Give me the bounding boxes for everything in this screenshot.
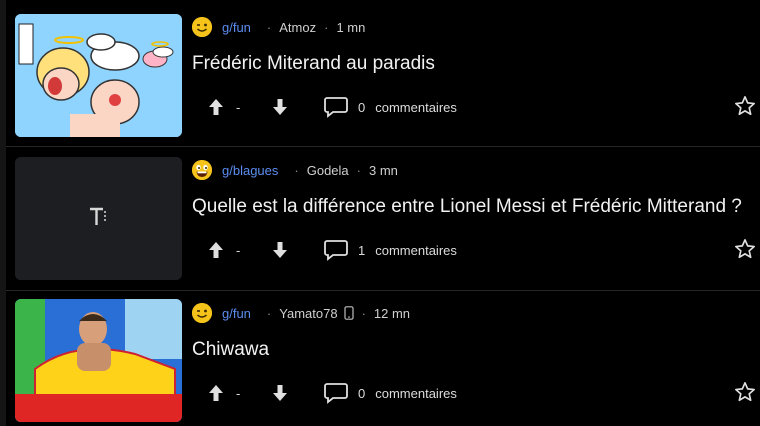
toy-box-image: [15, 299, 182, 422]
text-post-placeholder-icon: [15, 157, 182, 280]
post-age: 1 mn: [336, 19, 366, 35]
downvote-button[interactable]: [272, 384, 288, 402]
post-actions: - 0 commentaires: [192, 380, 760, 406]
downvote-button[interactable]: [272, 98, 288, 116]
post-item[interactable]: g/fun · Atmoz · 1 mn Frédéric Miterand a…: [6, 0, 760, 147]
separator-dot: ·: [266, 19, 272, 35]
comments-button[interactable]: 0 commentaires: [324, 382, 457, 404]
star-icon: [735, 239, 755, 259]
group-link[interactable]: g/blagues: [222, 163, 278, 178]
separator-dot: ·: [324, 19, 329, 35]
comment-count: 1: [358, 242, 366, 258]
group-link[interactable]: g/fun: [222, 20, 251, 35]
post-meta: g/fun · Yamato78 · 12 mn: [192, 301, 410, 325]
post-title[interactable]: Frédéric Miterand au paradis: [192, 53, 435, 75]
arrow-up-icon: [209, 99, 223, 115]
arrow-up-icon: [209, 385, 223, 401]
comment-bubble-icon: [324, 240, 348, 261]
author-name[interactable]: Yamato78: [279, 306, 337, 321]
post-actions: - 0 commentaires: [192, 94, 760, 120]
cartoon-image: [15, 14, 182, 137]
comment-bubble-icon: [324, 383, 348, 404]
arrow-up-icon: [209, 242, 223, 258]
post-thumbnail[interactable]: [15, 14, 182, 137]
post-actions: - 1 commentaires: [192, 237, 760, 263]
upvote-button[interactable]: [208, 241, 224, 259]
comment-count: 0: [358, 385, 366, 401]
mobile-device-icon: [343, 306, 354, 320]
author-name[interactable]: Atmoz: [279, 20, 316, 35]
favorite-button[interactable]: [734, 381, 756, 406]
comments-button[interactable]: 1 commentaires: [324, 239, 457, 261]
comment-bubble-icon: [324, 97, 348, 118]
arrow-down-icon: [273, 385, 287, 401]
vote-score: -: [236, 385, 241, 401]
winking-face-icon: [192, 303, 212, 323]
favorite-button[interactable]: [734, 238, 756, 263]
grinning-face-icon: [192, 160, 212, 180]
post-item[interactable]: g/blagues · Godela · 3 mn Quelle est la …: [6, 147, 760, 291]
comment-label: commentaires: [375, 99, 457, 115]
post-title[interactable]: Chiwawa: [192, 339, 269, 361]
upvote-button[interactable]: [208, 98, 224, 116]
vote-score: -: [236, 242, 241, 258]
post-age: 3 mn: [369, 162, 398, 178]
group-link[interactable]: g/fun: [222, 306, 251, 321]
comment-label: commentaires: [375, 385, 457, 401]
upvote-button[interactable]: [208, 384, 224, 402]
post-age: 12 mn: [373, 305, 411, 321]
star-icon: [735, 96, 755, 116]
post-thumbnail[interactable]: [15, 299, 182, 422]
post-meta: g/blagues · Godela · 3 mn: [192, 158, 398, 182]
star-icon: [735, 382, 755, 402]
downvote-button[interactable]: [272, 241, 288, 259]
separator-dot: ·: [361, 305, 366, 321]
author-name[interactable]: Godela: [307, 163, 349, 178]
separator-dot: ·: [294, 162, 299, 178]
separator-dot: ·: [356, 162, 361, 178]
post-item[interactable]: g/fun · Yamato78 · 12 mn Chiwawa - 0 com…: [6, 291, 760, 426]
separator-dot: ·: [266, 305, 272, 321]
arrow-down-icon: [273, 99, 287, 115]
post-meta: g/fun · Atmoz · 1 mn: [192, 15, 365, 39]
post-title[interactable]: Quelle est la différence entre Lionel Me…: [192, 196, 742, 218]
comment-count: 0: [358, 99, 366, 115]
winking-face-icon: [192, 17, 212, 37]
arrow-down-icon: [273, 242, 287, 258]
comments-button[interactable]: 0 commentaires: [324, 96, 457, 118]
favorite-button[interactable]: [734, 95, 756, 120]
comment-label: commentaires: [375, 242, 457, 258]
vote-score: -: [236, 99, 241, 115]
post-thumbnail[interactable]: [15, 157, 182, 280]
